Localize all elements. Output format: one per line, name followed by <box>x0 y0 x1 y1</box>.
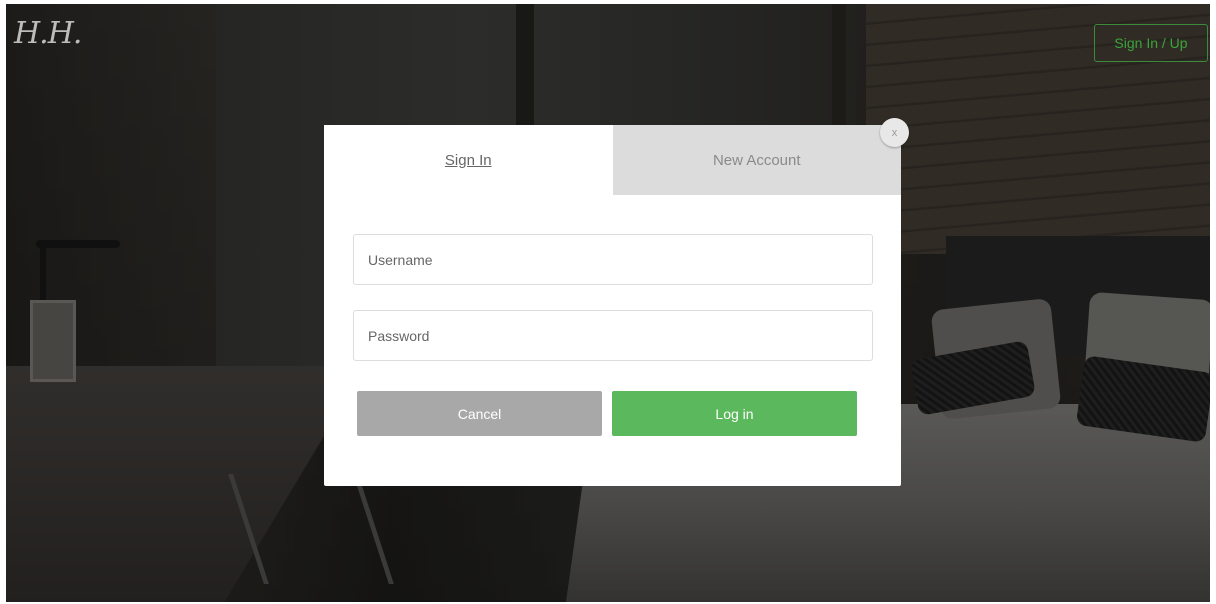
site-logo[interactable]: H.H. <box>14 16 82 51</box>
username-input[interactable] <box>353 234 873 285</box>
sign-in-up-button[interactable]: Sign In / Up <box>1094 24 1208 62</box>
modal-tabs: Sign In New Account <box>324 125 901 195</box>
tab-new-account[interactable]: New Account <box>612 125 901 195</box>
login-modal: Sign In New Account Cancel Log in <box>324 125 901 486</box>
close-label: x <box>891 126 898 139</box>
close-icon[interactable]: x <box>880 118 909 147</box>
login-button[interactable]: Log in <box>612 391 857 436</box>
cancel-button[interactable]: Cancel <box>357 391 602 436</box>
password-input[interactable] <box>353 310 873 361</box>
tab-sign-in[interactable]: Sign In <box>324 125 613 195</box>
